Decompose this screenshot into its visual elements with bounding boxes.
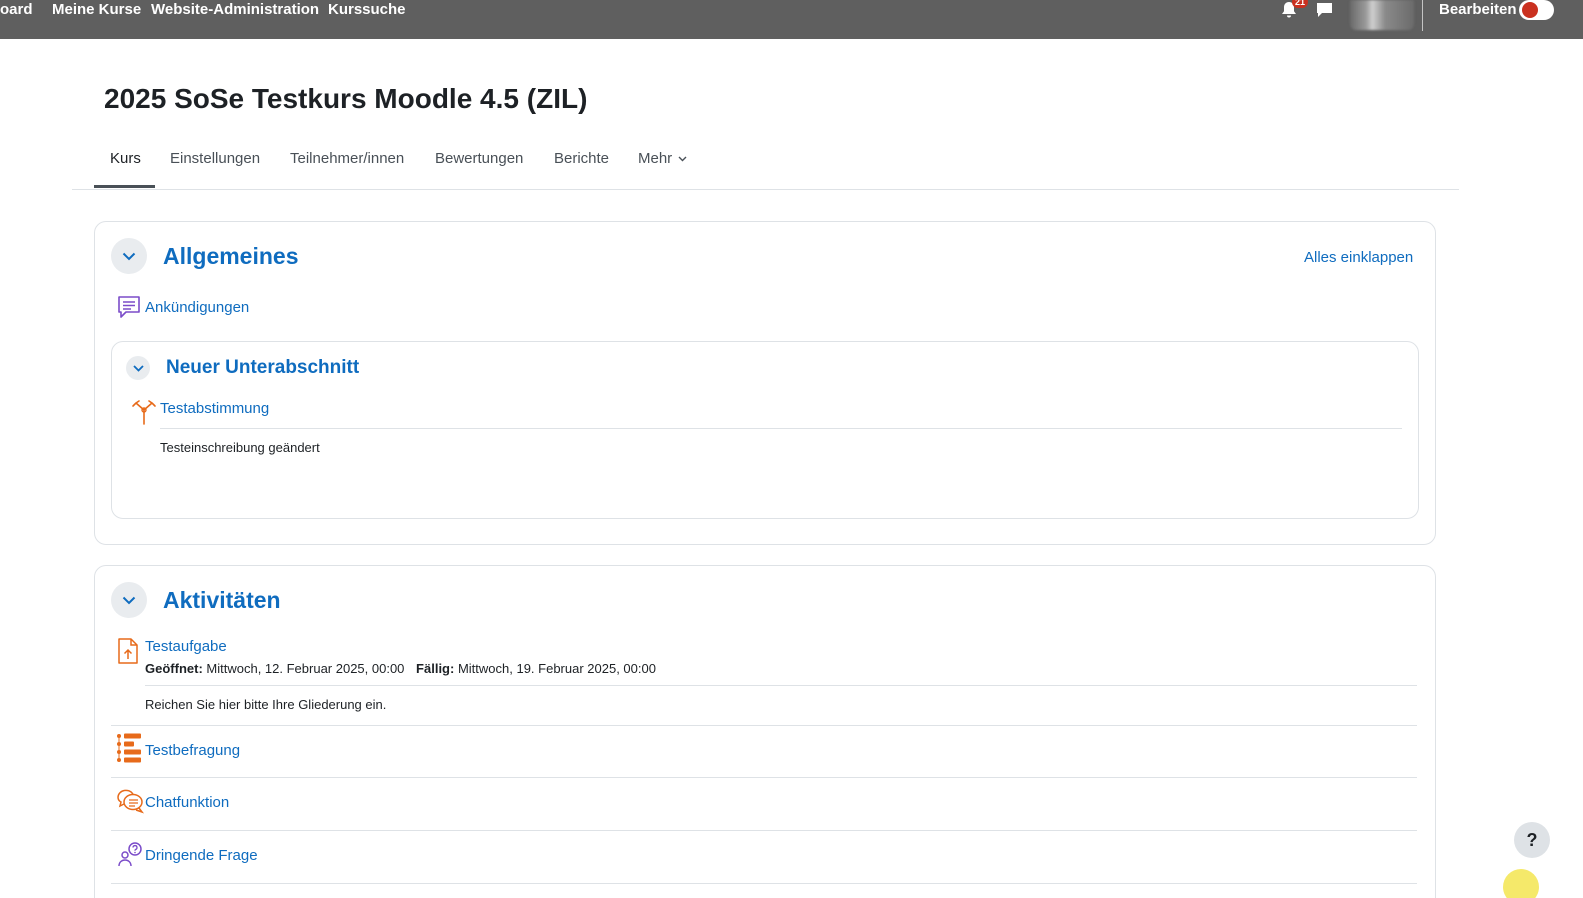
chat-link[interactable]: Chatfunktion <box>145 794 229 811</box>
tab-reports[interactable]: Berichte <box>554 150 609 167</box>
tab-participants[interactable]: Teilnehmer/innen <box>290 150 404 167</box>
nav-dashboard-link[interactable]: oard <box>0 1 33 18</box>
subsection-new: Neuer Unterabschnitt Testabstimmung Test… <box>111 341 1419 519</box>
page-title: 2025 SoSe Testkurs Moodle 4.5 (ZIL) <box>104 83 588 114</box>
survey-link[interactable]: Testbefragung <box>145 742 240 759</box>
section-activities-title[interactable]: Aktivitäten <box>163 587 281 614</box>
assignment-icon <box>117 637 139 670</box>
divider <box>145 685 1417 686</box>
subsection-title[interactable]: Neuer Unterabschnitt <box>166 357 359 379</box>
divider <box>111 777 1417 778</box>
section-general: Allgemeines Alles einklappen Ankündigung… <box>94 221 1436 545</box>
announcements-link[interactable]: Ankündigungen <box>145 299 249 316</box>
chevron-down-icon <box>122 596 136 604</box>
section-general-collapse-button[interactable] <box>111 238 147 274</box>
top-navbar: oard Meine Kurse Website-Administration … <box>0 0 1583 39</box>
user-avatar[interactable] <box>1350 0 1414 30</box>
subsection-collapse-button[interactable] <box>126 356 150 380</box>
section-general-title[interactable]: Allgemeines <box>163 243 299 270</box>
section-activities-collapse-button[interactable] <box>111 582 147 618</box>
due-label: Fällig: <box>416 661 455 676</box>
help-button[interactable]: ? <box>1514 822 1550 858</box>
opened-value: Mittwoch, 12. Februar 2025, 00:00 <box>206 661 405 676</box>
divider <box>111 883 1417 884</box>
opened-label: Geöffnet: <box>145 661 203 676</box>
divider <box>111 830 1417 831</box>
floating-action-button[interactable] <box>1503 869 1539 898</box>
tab-settings[interactable]: Einstellungen <box>170 150 260 167</box>
active-tab-indicator <box>94 185 155 188</box>
assignment-description: Reichen Sie hier bitte Ihre Gliederung e… <box>145 697 387 712</box>
forum-icon <box>116 294 142 325</box>
course-tabs: Kurs Einstellungen Teilnehmer/innen Bewe… <box>72 140 1459 190</box>
tab-grades[interactable]: Bewertungen <box>435 150 523 167</box>
question-icon <box>117 842 143 873</box>
divider <box>160 428 1402 429</box>
edit-mode-label: Bearbeiten <box>1439 1 1517 18</box>
section-activities: Aktivitäten Testaufgabe Geöffnet: Mittwo… <box>94 565 1436 898</box>
assignment-dates: Geöffnet: Mittwoch, 12. Februar 2025, 00… <box>145 661 656 676</box>
due-value: Mittwoch, 19. Februar 2025, 00:00 <box>457 661 656 676</box>
nav-site-admin-link[interactable]: Website-Administration <box>151 1 319 18</box>
nav-my-courses-link[interactable]: Meine Kurse <box>52 1 141 18</box>
edit-mode-toggle[interactable] <box>1519 0 1554 20</box>
assignment-link[interactable]: Testaufgabe <box>145 638 227 655</box>
tab-more[interactable]: Mehr <box>638 150 687 167</box>
nav-divider <box>1422 0 1423 31</box>
poll-activity-link[interactable]: Testabstimmung <box>160 400 269 417</box>
survey-icon <box>115 732 143 769</box>
chevron-down-icon <box>678 156 687 162</box>
nav-course-search-link[interactable]: Kurssuche <box>328 1 406 18</box>
poll-description: Testeinschreibung geändert <box>160 440 320 455</box>
chevron-down-icon <box>132 364 144 372</box>
divider <box>111 725 1417 726</box>
tab-course[interactable]: Kurs <box>110 150 141 167</box>
tab-more-label: Mehr <box>638 150 673 167</box>
chevron-down-icon <box>122 252 136 260</box>
chat-icon <box>115 787 145 820</box>
notification-count-badge: 21 <box>1292 0 1309 8</box>
collapse-all-link[interactable]: Alles einklappen <box>1304 249 1413 266</box>
choice-icon <box>131 398 157 431</box>
messages-icon[interactable] <box>1316 2 1333 23</box>
question-link[interactable]: Dringende Frage <box>145 847 258 864</box>
toggle-knob <box>1522 2 1538 18</box>
